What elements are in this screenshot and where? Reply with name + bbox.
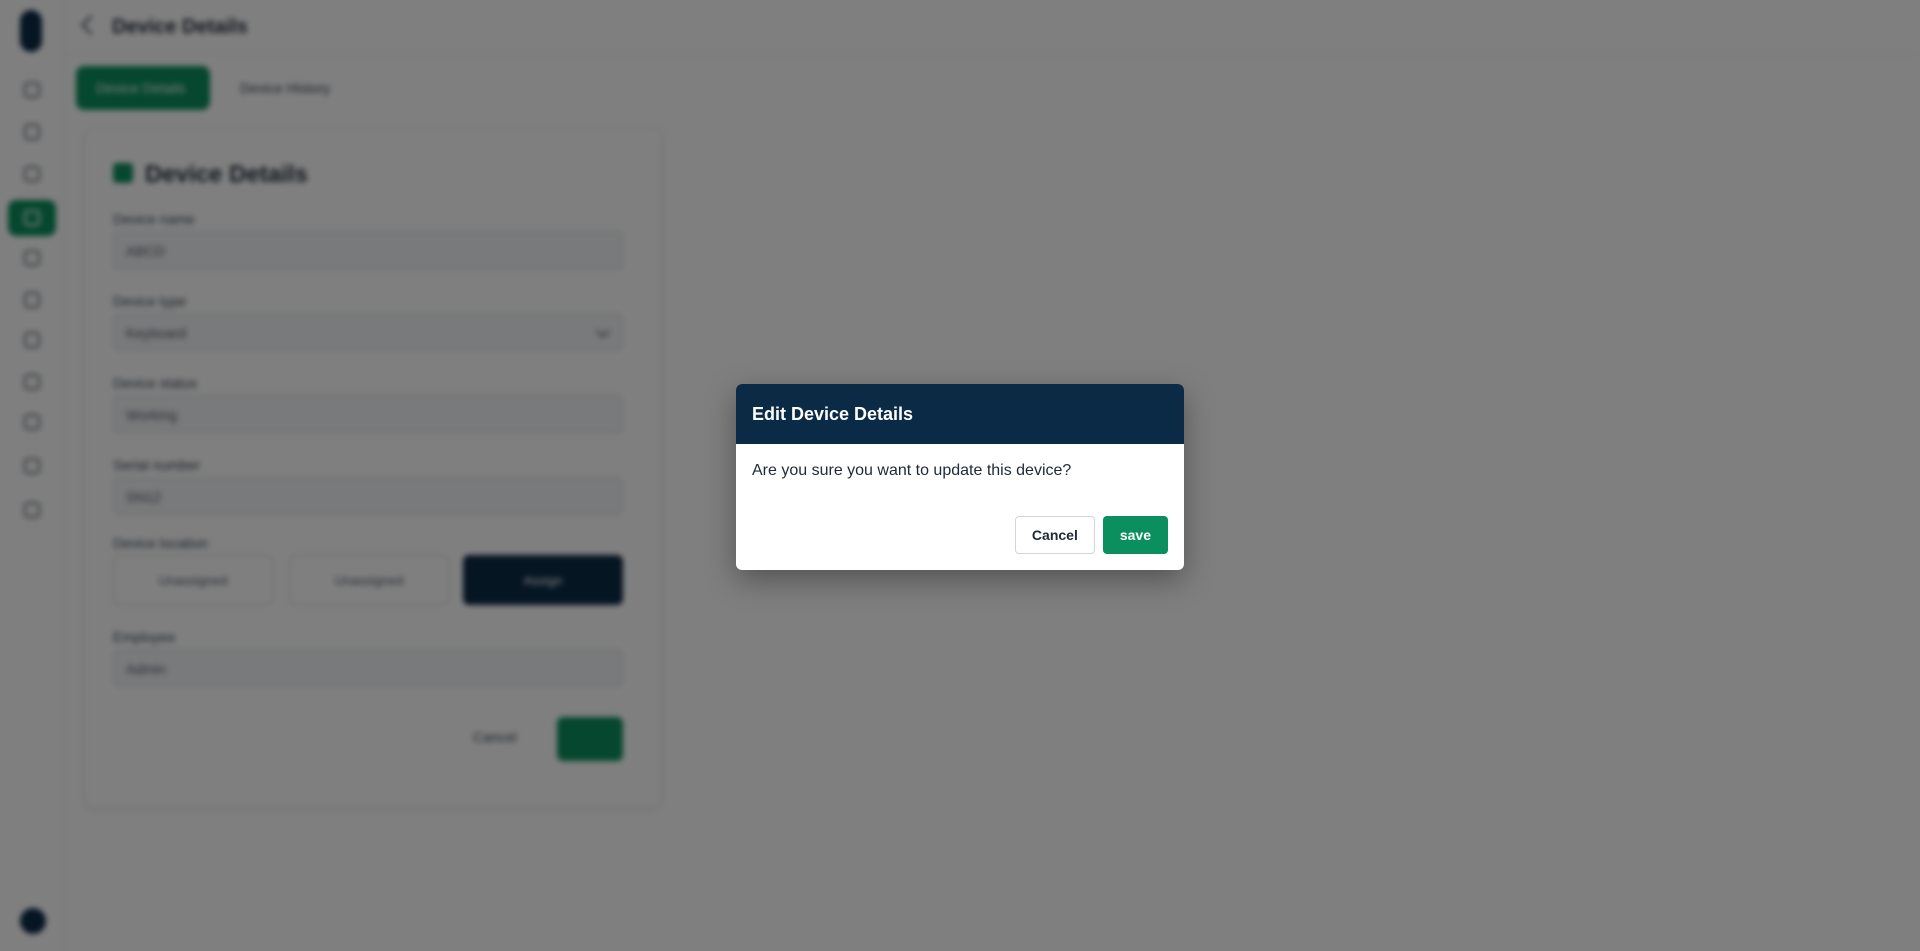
save-button[interactable]: save bbox=[1102, 516, 1168, 554]
dialog-actions: Cancel save bbox=[1014, 516, 1168, 554]
dialog-message: Are you sure you want to update this dev… bbox=[752, 462, 1072, 479]
confirm-dialog: Edit Device Details Are you sure you wan… bbox=[736, 384, 1184, 570]
dialog-title: Edit Device Details bbox=[736, 384, 1184, 444]
cancel-button[interactable]: Cancel bbox=[1014, 516, 1095, 554]
